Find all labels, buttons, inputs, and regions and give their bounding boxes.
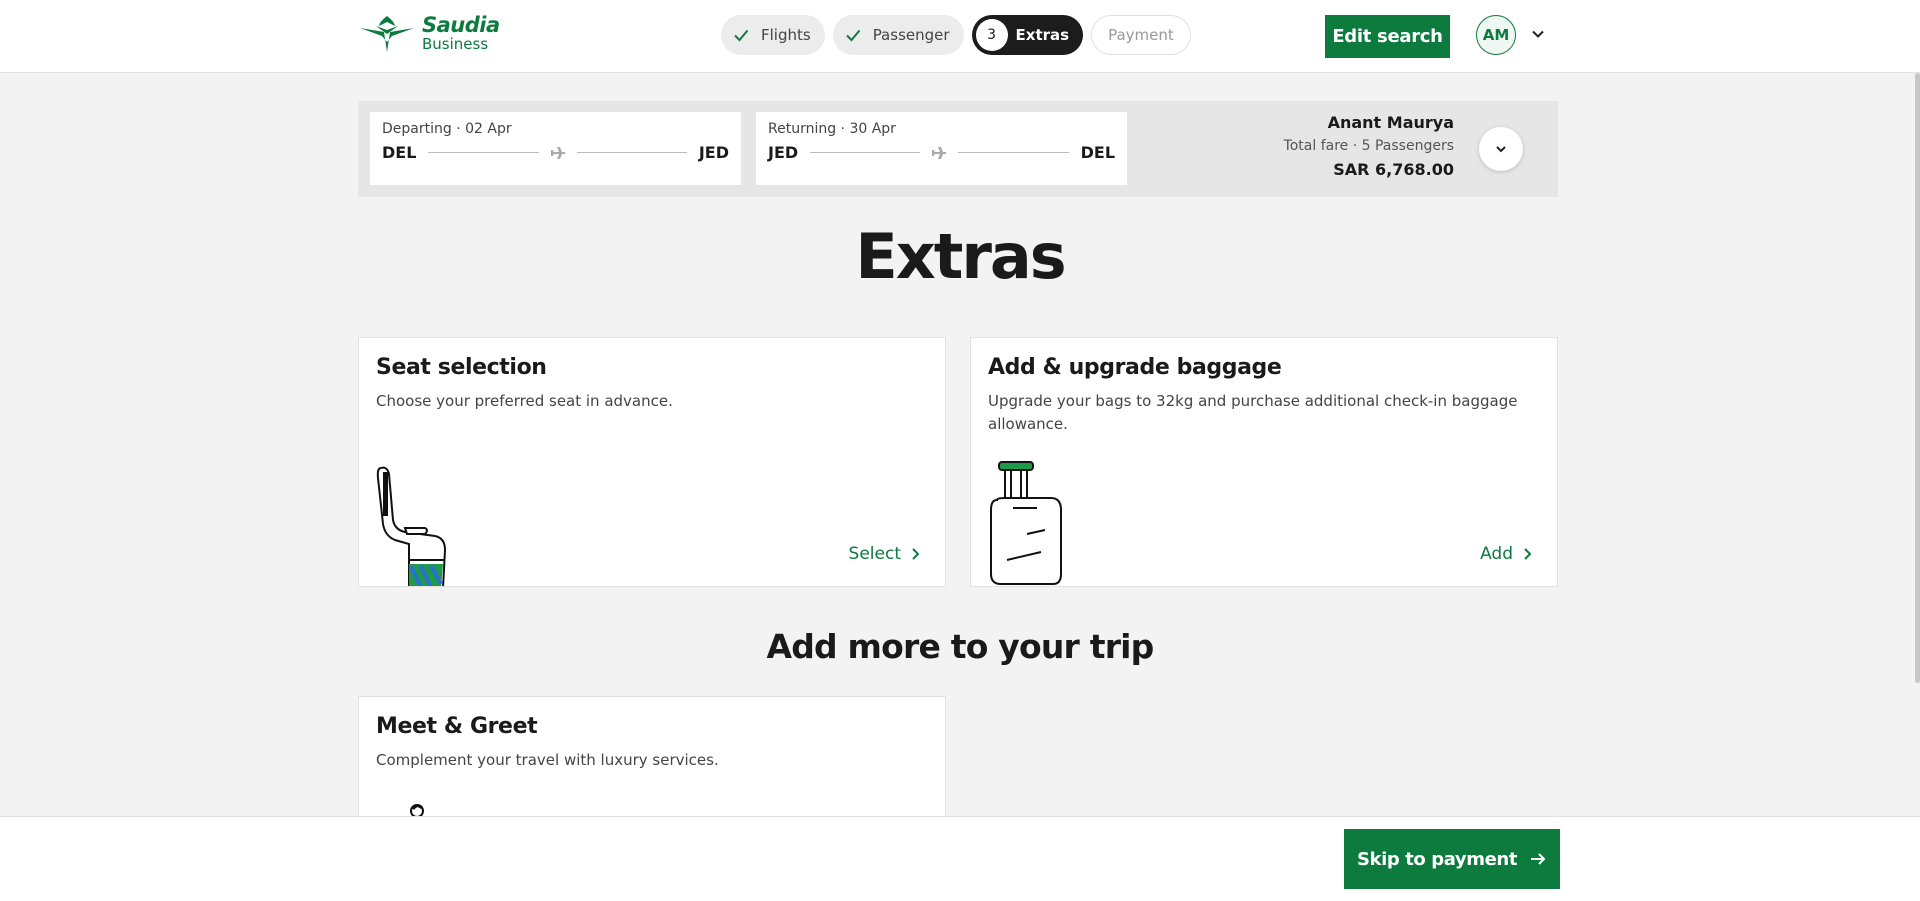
check-icon bbox=[841, 23, 865, 47]
footer-bar: Skip to payment bbox=[0, 816, 1920, 901]
trip-summary: Departing · 02 Apr DEL JED Returning · 3… bbox=[358, 101, 1558, 197]
step-label: Extras bbox=[1015, 26, 1070, 44]
returning-leg: Returning · 30 Apr JED DEL bbox=[756, 112, 1127, 185]
page-title: Extras bbox=[855, 220, 1066, 293]
destination-code: JED bbox=[698, 143, 730, 162]
user-avatar[interactable]: AM bbox=[1476, 15, 1516, 55]
departing-label: Departing · 02 Apr bbox=[382, 121, 512, 137]
chevron-down-icon bbox=[1496, 146, 1506, 153]
destination-code: DEL bbox=[1080, 143, 1116, 162]
departing-leg: Departing · 02 Apr DEL JED bbox=[370, 112, 741, 185]
plane-icon bbox=[932, 146, 947, 159]
card-description: Choose your preferred seat in advance. bbox=[376, 392, 673, 410]
card-description: Complement your travel with luxury servi… bbox=[376, 751, 719, 769]
step-flights[interactable]: Flights bbox=[721, 15, 825, 55]
returning-label: Returning · 30 Apr bbox=[768, 121, 896, 137]
card-title: Meet & Greet bbox=[376, 714, 538, 739]
step-label: Payment bbox=[1108, 26, 1174, 44]
saudia-business-logo[interactable]: Saudia Business bbox=[358, 12, 500, 54]
chevron-right-icon bbox=[1524, 548, 1532, 560]
meet-greet-card[interactable]: Meet & Greet Complement your travel with… bbox=[358, 696, 946, 826]
select-seat-link[interactable]: Select bbox=[849, 544, 921, 564]
step-extras[interactable]: 3 Extras bbox=[971, 15, 1084, 55]
seat-illustration-icon bbox=[376, 466, 447, 586]
skip-label: Skip to payment bbox=[1356, 848, 1518, 870]
step-label: Passenger bbox=[872, 26, 950, 44]
brand-subname: Business bbox=[422, 34, 489, 53]
top-header: Saudia Business Flights Passenger 3 Extr… bbox=[0, 0, 1920, 73]
page-scrollbar[interactable] bbox=[1915, 73, 1920, 683]
brand-name: Saudia bbox=[422, 12, 500, 37]
edit-search-button[interactable]: Edit search bbox=[1325, 15, 1450, 58]
palm-logo-icon bbox=[360, 16, 414, 52]
skip-to-payment-button[interactable]: Skip to payment bbox=[1344, 829, 1560, 889]
card-title: Seat selection bbox=[376, 355, 547, 380]
action-label: Select bbox=[848, 544, 901, 564]
card-title: Add & upgrade baggage bbox=[988, 355, 1282, 380]
fare-label: Total fare · 5 Passengers bbox=[1283, 138, 1454, 154]
booking-stepper: Flights Passenger 3 Extras Payment bbox=[721, 15, 1191, 55]
chevron-right-icon bbox=[912, 548, 920, 560]
chevron-down-icon[interactable] bbox=[1530, 26, 1546, 42]
luggage-illustration-icon bbox=[990, 461, 1062, 585]
action-label: Add bbox=[1480, 544, 1513, 564]
origin-code: DEL bbox=[382, 143, 417, 162]
step-passenger[interactable]: Passenger bbox=[832, 15, 964, 55]
fare-summary: Anant Maurya Total fare · 5 Passengers S… bbox=[1284, 113, 1454, 179]
expand-summary-button[interactable] bbox=[1479, 127, 1523, 171]
passenger-name: Anant Maurya bbox=[1327, 113, 1454, 132]
step-label: Flights bbox=[761, 26, 811, 44]
plane-icon bbox=[550, 146, 565, 159]
card-description: Upgrade your bags to 32kg and purchase a… bbox=[988, 392, 1518, 433]
step-number: 3 bbox=[975, 19, 1008, 51]
fare-amount: SAR 6,768.00 bbox=[1333, 160, 1454, 179]
seat-selection-card[interactable]: Seat selection Choose your preferred sea… bbox=[358, 337, 946, 587]
section-title: Add more to your trip bbox=[766, 627, 1154, 666]
origin-code: JED bbox=[768, 143, 799, 162]
baggage-card[interactable]: Add & upgrade baggage Upgrade your bags … bbox=[970, 337, 1558, 587]
step-payment: Payment bbox=[1091, 15, 1191, 55]
add-baggage-link[interactable]: Add bbox=[1480, 544, 1533, 564]
check-icon bbox=[729, 23, 753, 47]
arrow-right-icon bbox=[1531, 853, 1546, 865]
